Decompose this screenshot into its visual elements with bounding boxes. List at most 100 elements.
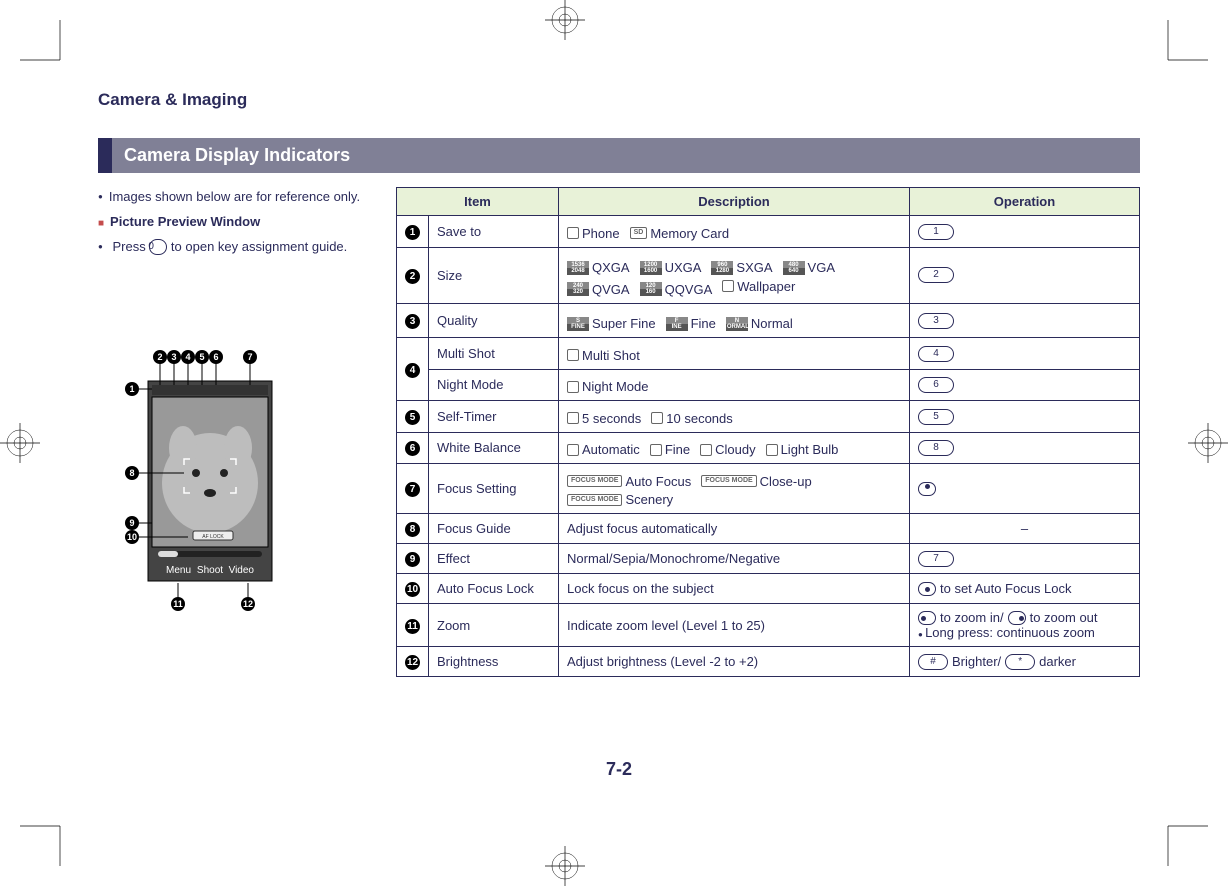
row-number: 11 xyxy=(397,604,429,647)
svg-text:Video: Video xyxy=(229,565,255,576)
table-row: 3QualitySFINE Super FineFINE FineNORMAL … xyxy=(397,303,1140,338)
table-row: 6White Balance Automatic Fine Cloudy Lig… xyxy=(397,432,1140,464)
table-row: 5Self-Timer 5 seconds 10 seconds5 xyxy=(397,401,1140,433)
preview-diagram: AF LOCK Menu Shoot Video 2 3 4 5 6 7 xyxy=(98,333,378,613)
svg-text:6: 6 xyxy=(213,352,218,362)
row-description: Multi Shot xyxy=(559,338,910,370)
row-description: Adjust brightness (Level -2 to +2) xyxy=(559,647,910,677)
svg-text:1: 1 xyxy=(129,384,134,394)
row-operation: 6 xyxy=(910,369,1140,401)
row-number: 6 xyxy=(397,432,429,464)
table-row: 2Size15362048 QXGA12001600 UXGA9601280 S… xyxy=(397,247,1140,303)
keypad-key: 8 xyxy=(918,440,954,456)
keypad-key: 5 xyxy=(918,409,954,425)
section-heading: Camera Display Indicators xyxy=(98,138,1140,173)
row-description: SFINE Super FineFINE FineNORMAL Normal xyxy=(559,303,910,338)
row-number: 3 xyxy=(397,303,429,338)
keypad-key: * xyxy=(1005,654,1035,670)
row-description: PhoneSD Memory Card xyxy=(559,216,910,248)
row-item: Self-Timer xyxy=(429,401,559,433)
row-item: Focus Setting xyxy=(429,464,559,514)
nav-key-icon xyxy=(918,611,936,625)
svg-text:3: 3 xyxy=(171,352,176,362)
row-operation: 7 xyxy=(910,544,1140,574)
row-description: Indicate zoom level (Level 1 to 25) xyxy=(559,604,910,647)
row-description: Night Mode xyxy=(559,369,910,401)
row-operation: 5 xyxy=(910,401,1140,433)
keypad-key: 2 xyxy=(918,267,954,283)
row-description: Normal/Sepia/Monochrome/Negative xyxy=(559,544,910,574)
svg-text:9: 9 xyxy=(129,518,134,528)
row-operation: 4 xyxy=(910,338,1140,370)
svg-text:7: 7 xyxy=(247,352,252,362)
row-description: Automatic Fine Cloudy Light Bulb xyxy=(559,432,910,464)
indicator-table: Item Description Operation 1Save to Phon… xyxy=(396,187,1140,677)
row-item: Auto Focus Lock xyxy=(429,574,559,604)
th-item: Item xyxy=(397,188,559,216)
th-description: Description xyxy=(559,188,910,216)
row-description: FOCUS MODE Auto FocusFOCUS MODE Close-up… xyxy=(559,464,910,514)
svg-text:12: 12 xyxy=(243,599,253,609)
row-operation: – xyxy=(910,514,1140,544)
row-number: 1 xyxy=(397,216,429,248)
row-number: 7 xyxy=(397,464,429,514)
row-item: Save to xyxy=(429,216,559,248)
table-row: 12BrightnessAdjust brightness (Level -2 … xyxy=(397,647,1140,677)
svg-text:5: 5 xyxy=(199,352,204,362)
row-number: 12 xyxy=(397,647,429,677)
row-number: 5 xyxy=(397,401,429,433)
row-operation xyxy=(910,464,1140,514)
svg-text:Shoot: Shoot xyxy=(197,565,223,576)
chapter-title: Camera & Imaging xyxy=(98,90,1140,110)
row-item: Focus Guide xyxy=(429,514,559,544)
row-operation: to set Auto Focus Lock xyxy=(910,574,1140,604)
key-zero: 0 xyxy=(149,239,167,255)
nav-key-icon xyxy=(1008,611,1026,625)
keypad-key: 7 xyxy=(918,551,954,567)
table-row: 7Focus SettingFOCUS MODE Auto FocusFOCUS… xyxy=(397,464,1140,514)
press-instruction: Press 0 to open key assignment guide. xyxy=(98,237,378,258)
row-item: Quality xyxy=(429,303,559,338)
table-row: 1Save to PhoneSD Memory Card1 xyxy=(397,216,1140,248)
row-item: Zoom xyxy=(429,604,559,647)
row-description: Adjust focus automatically xyxy=(559,514,910,544)
row-item: Size xyxy=(429,247,559,303)
row-number: 10 xyxy=(397,574,429,604)
row-item: Multi Shot xyxy=(429,338,559,370)
table-row: 9EffectNormal/Sepia/Monochrome/Negative 7 xyxy=(397,544,1140,574)
nav-key-icon xyxy=(918,482,936,496)
row-item: Night Mode xyxy=(429,369,559,401)
subheading-picture-preview: Picture Preview Window xyxy=(98,212,378,233)
table-row: 8Focus GuideAdjust focus automatically– xyxy=(397,514,1140,544)
svg-text:4: 4 xyxy=(185,352,190,362)
keypad-key: 6 xyxy=(918,377,954,393)
row-description: Lock focus on the subject xyxy=(559,574,910,604)
svg-text:2: 2 xyxy=(157,352,162,362)
keypad-key: 3 xyxy=(918,313,954,329)
row-number: 9 xyxy=(397,544,429,574)
nav-key-icon xyxy=(918,582,936,596)
section-title: Camera Display Indicators xyxy=(112,138,1140,173)
keypad-key: 4 xyxy=(918,346,954,362)
row-number: 8 xyxy=(397,514,429,544)
row-number: 2 xyxy=(397,247,429,303)
manual-page: Camera & Imaging Camera Display Indicato… xyxy=(98,90,1140,790)
row-number: 4 xyxy=(397,338,429,401)
table-row: 10Auto Focus LockLock focus on the subje… xyxy=(397,574,1140,604)
page-number: 7-2 xyxy=(98,759,1140,780)
section-accent xyxy=(98,138,112,173)
svg-text:Menu: Menu xyxy=(166,565,191,576)
row-operation: 8 xyxy=(910,432,1140,464)
row-operation: to zoom in/ to zoom out● Long press: con… xyxy=(910,604,1140,647)
row-operation: # Brighter/* darker xyxy=(910,647,1140,677)
note-reference: Images shown below are for reference onl… xyxy=(98,187,378,208)
svg-text:10: 10 xyxy=(127,532,137,542)
row-description: 15362048 QXGA12001600 UXGA9601280 SXGA48… xyxy=(559,247,910,303)
table-row: 4Multi Shot Multi Shot4 xyxy=(397,338,1140,370)
row-operation: 1 xyxy=(910,216,1140,248)
row-item: Effect xyxy=(429,544,559,574)
keypad-key: 1 xyxy=(918,224,954,240)
row-operation: 3 xyxy=(910,303,1140,338)
table-row: Night Mode Night Mode 6 xyxy=(397,369,1140,401)
table-row: 11ZoomIndicate zoom level (Level 1 to 25… xyxy=(397,604,1140,647)
